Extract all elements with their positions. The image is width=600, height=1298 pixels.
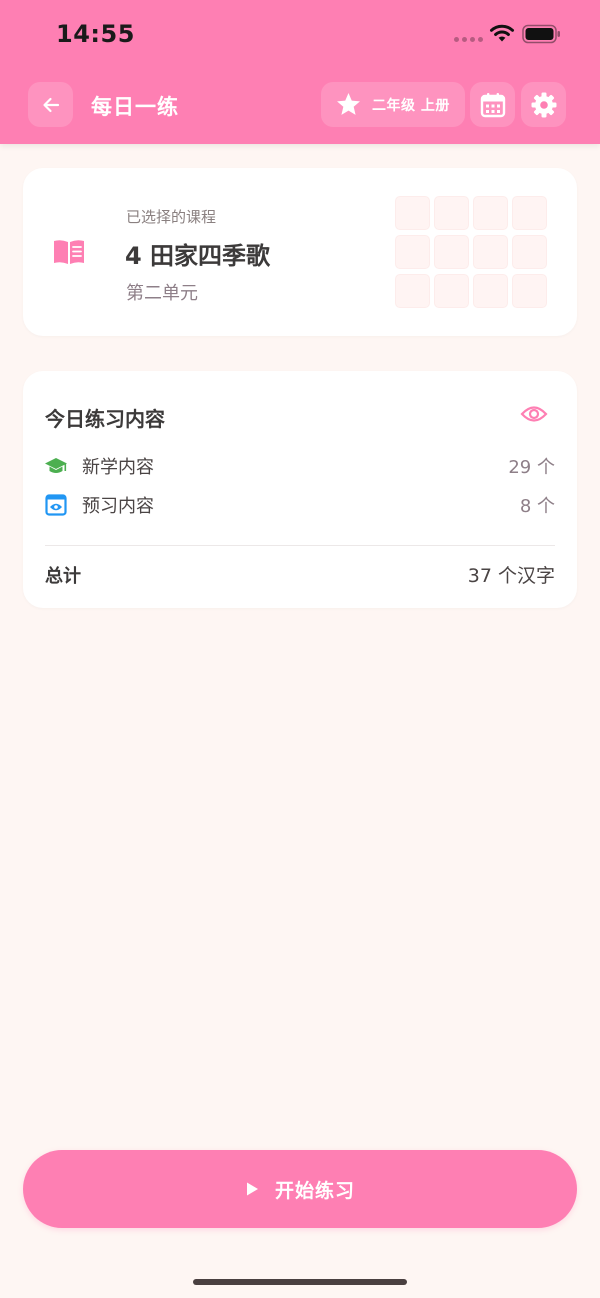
list-item-new: 新学内容 29 个 <box>45 451 555 481</box>
graduation-cap-icon <box>45 458 67 473</box>
back-button[interactable] <box>28 82 73 127</box>
row-count: 29 个 <box>508 457 555 478</box>
calendar-icon <box>480 92 505 117</box>
course-caption: 已选择的课程 <box>126 208 217 226</box>
nav-bar: 每日一练 二年级 上册 <box>0 80 600 130</box>
row-count: 8 个 <box>519 496 555 517</box>
status-time: 14:55 <box>56 20 135 48</box>
eye-icon <box>520 406 548 422</box>
page-title: 每日一练 <box>91 95 179 119</box>
row-label: 预习内容 <box>82 496 154 517</box>
calendar-button[interactable] <box>470 82 515 127</box>
character-grid-decoration <box>395 196 549 310</box>
total-label: 总计 <box>45 566 81 587</box>
total-value: 37 个汉字 <box>467 565 555 587</box>
course-unit: 第二单元 <box>126 283 198 304</box>
play-icon <box>246 1182 258 1196</box>
gear-icon <box>531 92 556 117</box>
list-item-preview: 预习内容 8 个 <box>45 490 555 520</box>
app-header: 14:55 每日一练 二年级 上册 <box>0 0 600 144</box>
open-book-icon <box>54 240 84 264</box>
status-bar: 14:55 <box>0 0 600 70</box>
row-label: 新学内容 <box>82 457 154 478</box>
start-practice-button[interactable]: 开始练习 <box>23 1150 577 1228</box>
today-practice-card: 今日练习内容 新学内容 29 个 预习内容 8 个 总计 37 个汉字 <box>23 371 577 608</box>
wifi-icon <box>490 24 514 42</box>
course-title: 4 田家四季歌 <box>125 242 271 270</box>
divider <box>45 545 555 546</box>
settings-button[interactable] <box>521 82 566 127</box>
grade-label: 二年级 上册 <box>372 97 450 114</box>
cellular-signal-icon <box>454 37 483 42</box>
start-button-label: 开始练习 <box>274 1179 355 1202</box>
grade-selector-button[interactable]: 二年级 上册 <box>321 82 465 127</box>
battery-icon <box>522 24 560 44</box>
page: 14:55 每日一练 二年级 上册 已选择的课程 4 田家四季歌 第二单元 今日… <box>0 0 600 1298</box>
today-title: 今日练习内容 <box>45 407 165 431</box>
arrow-left-icon <box>42 97 59 112</box>
preview-eye-icon <box>45 494 67 516</box>
home-indicator[interactable] <box>193 1279 407 1285</box>
star-icon <box>337 93 360 115</box>
selected-course-card[interactable]: 已选择的课程 4 田家四季歌 第二单元 <box>23 168 577 336</box>
preview-button[interactable] <box>519 399 549 429</box>
